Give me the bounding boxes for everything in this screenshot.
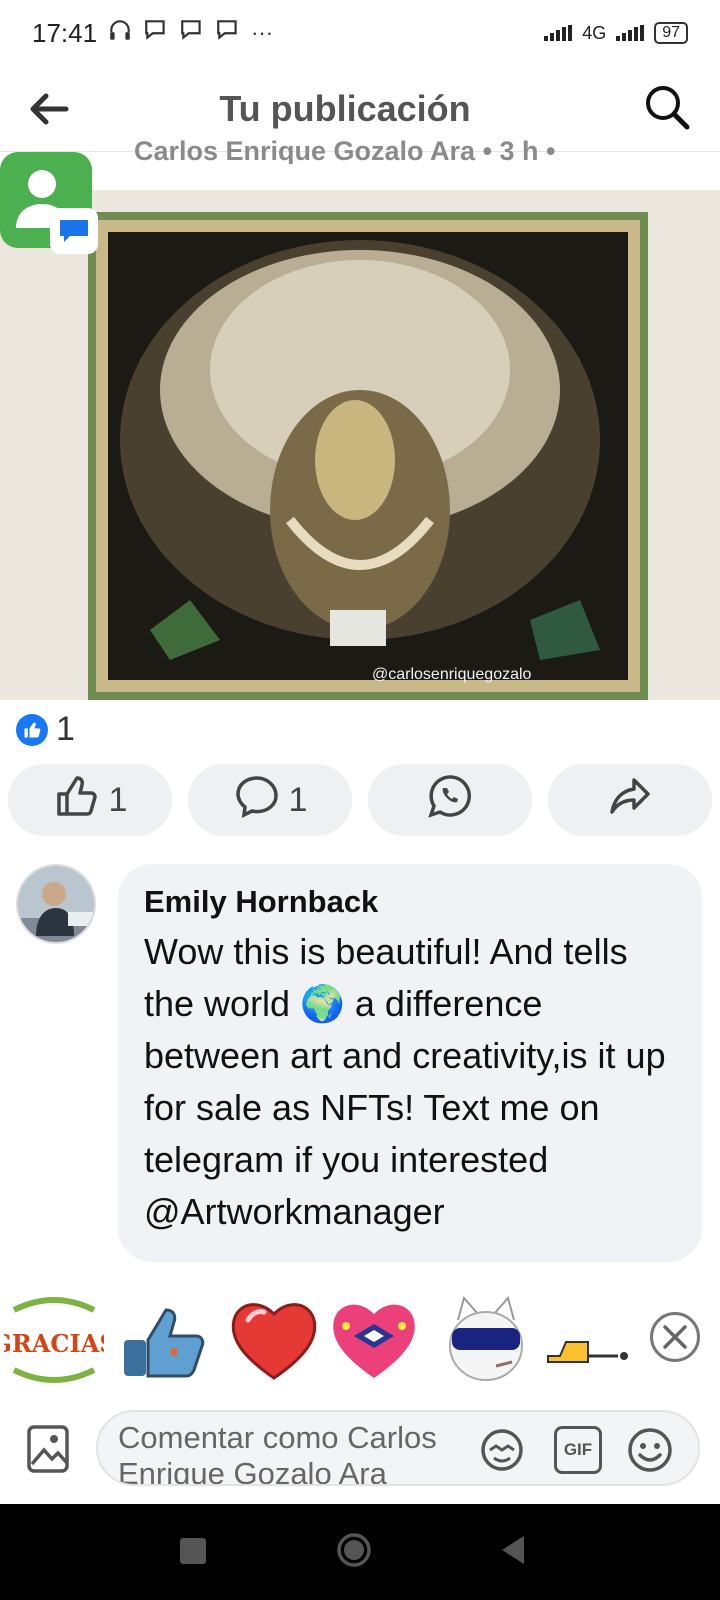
messenger-notification-icon [143, 18, 169, 48]
post-author-line[interactable]: Carlos Enrique Gozalo Ara • 3 h • [134, 140, 556, 164]
messenger-notification-icon [215, 18, 241, 48]
share-button[interactable] [548, 764, 712, 836]
like-button[interactable]: 1 [8, 764, 172, 836]
comment-author[interactable]: Emily Hornback [144, 884, 680, 920]
gif-button[interactable]: GIF [554, 1426, 602, 1474]
signal-icon [616, 25, 645, 41]
post-actions: 1 1 [8, 764, 712, 836]
status-bar: 17:41 ··· 4G 97 [0, 0, 720, 66]
photo-attach-icon[interactable] [26, 1424, 70, 1474]
sticker-gracias-text: GRACIAS [4, 1329, 104, 1358]
headphones-icon [107, 17, 133, 49]
comment-button[interactable]: 1 [188, 764, 352, 836]
sticker-yellow-character[interactable] [540, 1290, 640, 1390]
home-button[interactable] [336, 1532, 372, 1568]
status-time: 17:41 [32, 17, 98, 48]
close-stickers-icon[interactable] [650, 1312, 700, 1362]
comment-text: Wow this is beautiful! And tells the wor… [144, 931, 666, 1232]
network-type: 4G [582, 22, 607, 43]
like-count: 1 [108, 780, 128, 819]
back-button[interactable] [498, 1534, 528, 1566]
whatsapp-icon [426, 772, 474, 829]
reaction-count: 1 [56, 710, 75, 748]
battery-indicator: 97 [654, 22, 688, 44]
sticker-suggestions: GRACIAS [0, 1290, 720, 1400]
recents-button[interactable] [180, 1538, 206, 1564]
comment-bubble[interactable]: Emily Hornback Wow this is beautiful! An… [118, 864, 702, 1262]
reaction-summary[interactable]: 1 [16, 710, 75, 749]
more-notifications-indicator: ··· [251, 20, 274, 45]
sticker-pattern-heart[interactable] [324, 1290, 424, 1390]
like-reaction-icon [16, 713, 48, 746]
sticker-red-heart[interactable] [224, 1290, 324, 1390]
comment-composer: Comentar como Carlos Enrique Gozalo Ara … [0, 1410, 720, 1506]
comment-icon [233, 772, 281, 829]
comment-input-placeholder: Comentar como Carlos Enrique Gozalo Ara [118, 1420, 437, 1486]
thumbs-up-icon [53, 772, 101, 829]
commenter-avatar[interactable] [16, 864, 96, 944]
whatsapp-share-button[interactable] [368, 764, 532, 836]
share-arrow-icon [606, 772, 654, 829]
sticker-thumbs-up-robot[interactable] [114, 1290, 214, 1390]
system-navigation-bar [0, 1504, 720, 1600]
messenger-notification-icon [179, 18, 205, 48]
signal-icon [544, 25, 573, 41]
avatar-sticker-icon[interactable] [478, 1426, 526, 1474]
image-watermark: @carlosenriquegozalo [372, 666, 532, 683]
sticker-gracias[interactable]: GRACIAS [0, 1290, 117, 1390]
post-image[interactable]: @carlosenriquegozalo [0, 190, 720, 700]
comment-count: 1 [288, 780, 308, 819]
floating-contact-bubble[interactable] [0, 150, 100, 260]
emoji-icon[interactable] [626, 1426, 674, 1474]
page-title: Tu publicación [219, 87, 471, 129]
sticker-cat-sunglasses[interactable] [436, 1290, 536, 1390]
gif-label: GIF [563, 1440, 593, 1459]
back-arrow-icon[interactable] [26, 86, 72, 132]
search-icon[interactable] [642, 82, 692, 132]
comment-input[interactable]: Comentar como Carlos Enrique Gozalo Ara … [96, 1410, 700, 1486]
